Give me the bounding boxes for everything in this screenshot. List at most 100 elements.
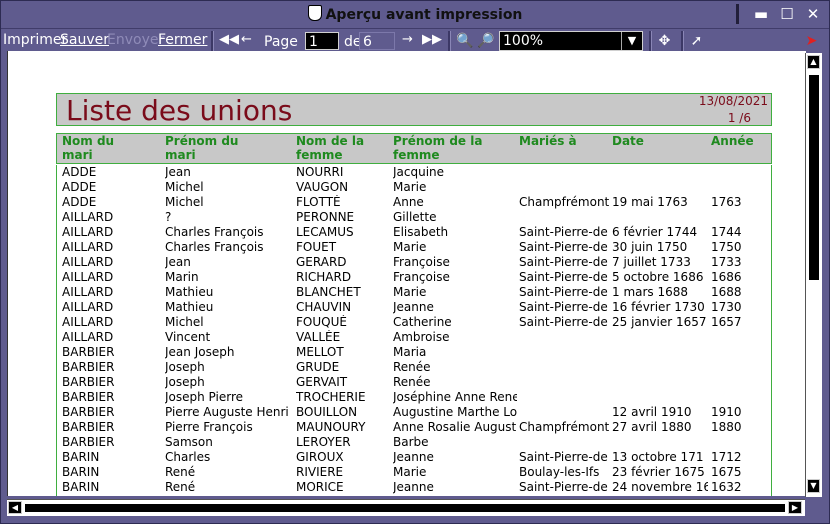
table-cell: Michel xyxy=(165,180,204,194)
table-cell: RICHARD xyxy=(296,270,352,284)
table-row: AILLARD Mathieu BLANCHET Marie Saint-Pierre-… xyxy=(57,285,771,300)
scroll-left-icon[interactable]: ◀ xyxy=(8,501,22,514)
table-cell: Marin xyxy=(165,270,199,284)
table-cell: 16 février 1730 xyxy=(612,300,705,314)
table-cell: ADDE xyxy=(62,180,97,194)
chevron-down-icon[interactable]: ▼ xyxy=(621,32,642,50)
scroll-up-icon[interactable]: ▲ xyxy=(807,55,820,69)
report-title: Liste des unions xyxy=(66,94,293,127)
table-cell: Joseph Pierre xyxy=(165,390,244,404)
table-cell: Saint-Pierre-de xyxy=(519,285,608,299)
table-cell: AILLARD xyxy=(62,285,114,299)
table-row: AILLARD Vincent VALLÉE Ambroise xyxy=(57,330,771,345)
table-row: BARBIER Jean Joseph MELLOT Maria xyxy=(57,345,771,360)
table-row: AILLARD Mathieu CHAUVIN Jeanne Saint-Pierre-… xyxy=(57,300,771,315)
preview-page[interactable]: Liste des unions 13/08/2021 1 /6 Nom du … xyxy=(7,51,806,496)
save-button[interactable]: Sauver xyxy=(60,32,109,48)
previous-page-icon[interactable]: ← xyxy=(241,32,252,47)
table-cell: 12 avril 1910 xyxy=(612,405,692,419)
table-cell: 13 octobre 171 xyxy=(612,450,704,464)
table-cell: Marie xyxy=(393,180,427,194)
table-cell: VAUGON xyxy=(296,180,349,194)
table-cell: CHAUVIN xyxy=(296,300,352,314)
window-title-text: Aperçu avant impression xyxy=(325,7,523,23)
scroll-right-icon[interactable]: ▶ xyxy=(788,501,802,514)
page-label: Page xyxy=(264,34,298,50)
print-button[interactable]: Imprimer xyxy=(3,32,67,48)
window-title: Aperçu avant impression xyxy=(1,5,829,23)
table-cell: Pierre Auguste Henri xyxy=(165,405,289,419)
table-cell: Vincent xyxy=(165,330,211,344)
table-cell: AILLARD xyxy=(62,225,114,239)
table-cell: MORICE xyxy=(296,480,344,494)
title-separator xyxy=(736,4,739,24)
zoom-out-icon[interactable]: 🔍 xyxy=(456,33,473,50)
table-row: ADDE Michel VAUGON Marie xyxy=(57,180,771,195)
table-cell: 1763 xyxy=(711,195,742,209)
minimize-button[interactable]: ▬ xyxy=(751,4,771,24)
table-cell: AILLARD xyxy=(62,300,114,314)
table-row: ADDE Michel FLOTTÉ Anne Champfrémont 19 mai 1… xyxy=(57,195,771,210)
send-button[interactable]: Envoyer xyxy=(107,32,164,48)
pointer-icon[interactable]: ➚ xyxy=(688,33,705,50)
table-cell: Françoise xyxy=(393,255,450,269)
close-button[interactable]: Fermer xyxy=(158,32,207,48)
column-header: Date xyxy=(612,134,644,148)
table-cell: Jean xyxy=(165,255,191,269)
table-cell: Charles François xyxy=(165,225,264,239)
table-cell: Pierre François xyxy=(165,420,253,434)
table-row: BARBIER Joseph Pierre TROCHERIE Joséphine A… xyxy=(57,390,771,405)
zoom-value: 100% xyxy=(503,33,544,49)
horizontal-scrollbar[interactable]: ◀ ▶ xyxy=(7,499,805,516)
table-cell: Jeanne xyxy=(393,450,434,464)
next-page-icon[interactable]: → xyxy=(402,32,413,47)
table-cell: 1675 xyxy=(711,465,742,479)
horizontal-scroll-thumb[interactable] xyxy=(25,504,785,512)
table-cell: Mathieu xyxy=(165,285,214,299)
zoom-in-icon[interactable]: 🔎 xyxy=(477,33,494,50)
table-cell: BARIN xyxy=(62,450,100,464)
table-cell: René xyxy=(165,480,196,494)
app-logo-icon: ➤ xyxy=(805,33,818,49)
table-row: AILLARD Jean GERARD Françoise Saint-Pierre-d… xyxy=(57,255,771,270)
table-cell: 1910 xyxy=(711,405,742,419)
first-page-icon[interactable]: ◀◀ xyxy=(219,32,239,47)
column-header: Prénom de la femme xyxy=(393,134,483,162)
table-cell: FLOTTÉ xyxy=(296,195,341,209)
move-icon[interactable]: ✥ xyxy=(656,33,673,50)
table-cell: Charles xyxy=(165,450,211,464)
last-page-icon[interactable]: ▶▶ xyxy=(422,32,442,47)
vertical-scrollbar[interactable]: ▲ ▼ xyxy=(805,53,822,497)
toolbar-separator xyxy=(649,31,652,51)
zoom-select[interactable]: 100% ▼ xyxy=(499,31,643,51)
table-cell: BARBIER xyxy=(62,390,115,404)
table-cell: 1688 xyxy=(711,285,742,299)
table-cell: BARIN xyxy=(62,480,100,494)
maximize-button[interactable]: ☐ xyxy=(777,4,797,24)
scroll-down-icon[interactable]: ▼ xyxy=(807,479,820,493)
toolbar-separator xyxy=(681,31,684,51)
table-row: BARIN René RIVIERE Marie Boulay-les-Ifs 23 fé… xyxy=(57,465,771,480)
table-cell: BARBIER xyxy=(62,435,115,449)
table-cell: Françoise xyxy=(393,270,450,284)
table-cell: FOUQUÉ xyxy=(296,315,347,329)
toolbar-separator xyxy=(448,31,451,51)
title-bar[interactable]: Aperçu avant impression ▬ ☐ ✕ xyxy=(1,1,829,28)
table-cell: Saint-Pierre-de xyxy=(519,300,608,314)
vertical-scroll-thumb[interactable] xyxy=(809,75,819,280)
report-header: Liste des unions 13/08/2021 1 /6 xyxy=(56,93,772,127)
table-row: BARBIER Pierre François MAUNOURY Anne Rosal… xyxy=(57,420,771,435)
table-cell: 1750 xyxy=(711,240,742,254)
table-cell: 30 juin 1750 xyxy=(612,240,688,254)
table-cell: Saint-Pierre-de xyxy=(519,240,608,254)
scroll-corner xyxy=(805,499,821,515)
table-cell: GERVAIT xyxy=(296,375,348,389)
page-number-input[interactable]: 1 xyxy=(305,32,339,50)
table-cell: 19 mai 1763 xyxy=(612,195,688,209)
report-rows: ADDE Jean NOURRI Jacquine ADDE Michel VAUGON Ma… xyxy=(56,165,772,496)
column-header: Année xyxy=(711,134,754,148)
close-window-button[interactable]: ✕ xyxy=(803,4,823,24)
table-cell: Anne xyxy=(393,195,424,209)
table-cell: Jean Joseph xyxy=(165,345,235,359)
table-cell: PERONNE xyxy=(296,210,355,224)
